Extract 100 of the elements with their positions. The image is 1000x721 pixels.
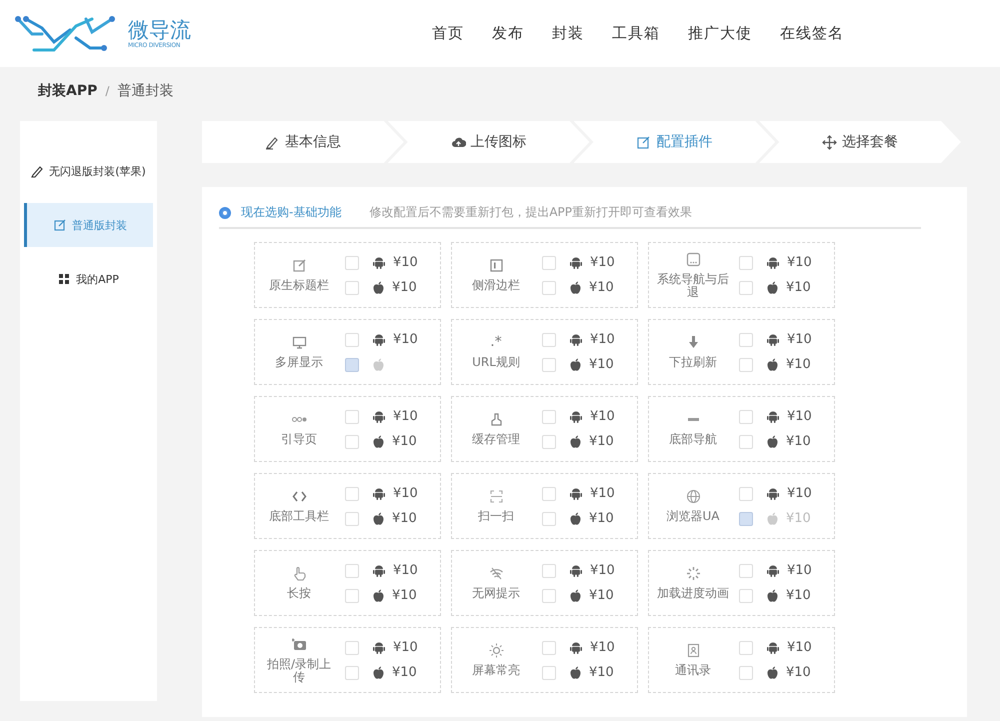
price: ¥10 [590, 255, 615, 270]
hand-icon [292, 566, 306, 581]
feature-label: 浏览器UA [666, 510, 720, 523]
checkbox[interactable] [739, 564, 753, 578]
feature-label: 扫一扫 [478, 510, 514, 523]
price: ¥10 [787, 640, 812, 655]
checkbox[interactable] [739, 666, 753, 680]
feature-label: 缓存管理 [472, 433, 520, 446]
logo-icon [14, 14, 118, 54]
checkbox[interactable] [345, 332, 359, 346]
nav-link[interactable]: 推广大使 [688, 24, 752, 43]
apple-icon [373, 358, 384, 371]
sidebar-item[interactable]: 无闪退版封装(苹果) [20, 149, 153, 193]
feature-label: URL规则 [472, 356, 520, 369]
apple-icon [570, 358, 581, 371]
android-icon [767, 641, 779, 654]
pencil-icon [30, 164, 44, 178]
apple-icon [767, 358, 778, 371]
android-icon [767, 333, 779, 346]
apple-icon [767, 666, 778, 679]
checkbox[interactable] [345, 410, 359, 424]
step-tab[interactable]: 配置插件 [574, 121, 776, 163]
checkbox[interactable] [542, 486, 556, 500]
checkbox[interactable] [542, 666, 556, 680]
checkbox[interactable] [345, 588, 359, 602]
grid-icon [57, 272, 72, 286]
edit-icon [53, 218, 67, 232]
checkbox[interactable] [739, 358, 753, 372]
hint-text: 修改配置后不需要重新打包，提出APP重新打开即可查看效果 [369, 204, 692, 221]
feature-label: 多屏显示 [275, 356, 323, 369]
checkbox[interactable] [345, 512, 359, 526]
checkbox[interactable] [739, 588, 753, 602]
apple-icon [373, 512, 384, 525]
checkbox[interactable] [345, 640, 359, 654]
checkbox[interactable] [542, 410, 556, 424]
checkbox[interactable] [739, 640, 753, 654]
sidebar-icon [488, 258, 504, 273]
feature-label: 下拉刷新 [669, 356, 717, 369]
checkbox[interactable] [739, 434, 753, 448]
android-icon [570, 256, 582, 269]
android-icon [570, 641, 582, 654]
wifi-icon [488, 566, 504, 581]
price: ¥10 [589, 280, 614, 295]
checkbox[interactable] [542, 434, 556, 448]
price: ¥10 [787, 409, 812, 424]
checkbox[interactable] [345, 666, 359, 680]
checkbox[interactable] [542, 512, 556, 526]
checkbox[interactable] [542, 280, 556, 294]
checkbox[interactable] [542, 332, 556, 346]
checkbox[interactable] [739, 410, 753, 424]
checkbox[interactable] [542, 588, 556, 602]
checkbox[interactable] [345, 564, 359, 578]
step-tab[interactable]: 基本信息 [202, 121, 404, 163]
nav-link[interactable]: 首页 [432, 24, 464, 43]
price: ¥10 [787, 255, 812, 270]
android-icon [570, 564, 582, 577]
price: ¥10 [589, 357, 614, 372]
code-icon [292, 489, 306, 504]
apple-icon [767, 435, 778, 448]
android-icon [570, 410, 582, 423]
feature-label: 原生标题栏 [269, 279, 329, 292]
checkbox[interactable] [345, 486, 359, 500]
breadcrumb-link[interactable]: 封装APP [38, 82, 98, 100]
checkbox[interactable] [739, 332, 753, 346]
checkbox[interactable] [542, 256, 556, 270]
feature-label: 通讯录 [675, 664, 711, 677]
feature-label: 侧滑边栏 [472, 279, 520, 292]
checkbox[interactable] [542, 358, 556, 372]
apple-icon [373, 435, 384, 448]
price: ¥10 [590, 640, 615, 655]
sidebar-item[interactable]: 我的APP [20, 257, 153, 301]
checkbox[interactable] [345, 256, 359, 270]
android-icon [373, 256, 385, 269]
apple-icon [570, 435, 581, 448]
contact-icon [686, 643, 700, 658]
price: ¥10 [787, 332, 812, 347]
checkbox[interactable] [542, 640, 556, 654]
feature-label: 引导页 [281, 433, 317, 446]
regex-icon: .* [490, 335, 502, 350]
step-tab[interactable]: 选择套餐 [759, 121, 961, 163]
nav-link[interactable]: 封装 [552, 24, 584, 43]
price: ¥10 [589, 588, 614, 603]
checkbox[interactable] [345, 280, 359, 294]
nav-link[interactable]: 在线签名 [780, 24, 844, 43]
logo-text: 微导流 [128, 18, 191, 42]
apple-icon [570, 666, 581, 679]
radio-button[interactable] [219, 206, 231, 218]
checkbox[interactable] [739, 486, 753, 500]
checkbox[interactable] [345, 434, 359, 448]
apple-icon [373, 281, 384, 294]
nav-link[interactable]: 工具箱 [612, 24, 660, 43]
price: ¥10 [787, 563, 812, 578]
checkbox[interactable] [739, 256, 753, 270]
checkbox[interactable] [542, 564, 556, 578]
price: ¥10 [392, 434, 417, 449]
android-icon [570, 333, 582, 346]
edit-icon [636, 134, 652, 150]
nav-link[interactable]: 发布 [492, 24, 524, 43]
step-tab[interactable]: 上传图标 [388, 121, 590, 163]
checkbox[interactable] [739, 280, 753, 294]
